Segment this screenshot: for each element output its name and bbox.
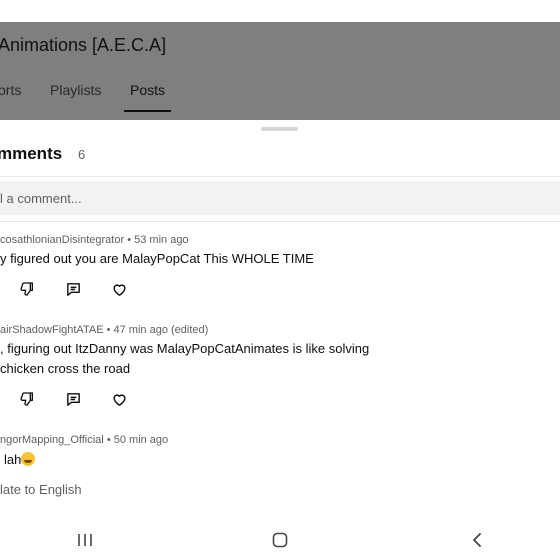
comment-actions [0,278,200,300]
recents-icon[interactable] [70,526,100,554]
comment-actions [0,388,200,410]
reply-icon[interactable] [62,388,84,410]
thumb-down-icon[interactable] [16,278,38,300]
comment-time: 50 min ago [113,434,169,446]
comment-meta: airShadowFightATAE • 47 min ago (edited) [0,324,208,336]
comments-count: 6 [78,147,86,162]
comments-title: mments [0,144,63,163]
comment-time: 47 min ago (edited) [113,324,209,336]
reply-icon[interactable] [62,278,84,300]
divider [0,176,560,177]
heart-icon[interactable] [108,388,130,410]
tab-playlists[interactable]: Playlists [50,82,101,98]
translate-link[interactable]: late to English [0,482,82,497]
active-tab-indicator [124,110,171,112]
thumb-down-icon[interactable] [16,388,38,410]
comments-sheet: mments 6 cosathlonianDisintegrator • 53 … [0,120,560,520]
meta-separator: • [106,324,114,336]
drag-handle[interactable] [261,127,298,131]
comment-text: y figured out you are MalayPopCat This W… [0,251,314,266]
comment-meta: cosathlonianDisintegrator • 53 min ago [0,234,189,246]
comment-meta: ngorMapping_Official • 50 min ago [0,434,168,446]
add-comment-input[interactable] [0,181,540,215]
comment-author[interactable]: cosathlonianDisintegrator [0,234,124,246]
channel-title: Animations [A.E.C.A] [0,35,167,55]
comment-text: , figuring out ItzDanny was MalayPopCatA… [0,341,370,356]
comment-author[interactable]: ngorMapping_Official [0,434,104,446]
comment-time: 53 min ago [134,234,189,246]
system-nav-bar [0,520,560,560]
comment-author[interactable]: airShadowFightATAE [0,324,104,336]
channel-header: Animations [A.E.C.A] orts Playlists Post… [0,22,560,120]
back-icon[interactable] [462,526,492,554]
comment-text: chicken cross the road [0,361,131,376]
channel-tabs: orts Playlists Posts [0,80,560,120]
add-comment-box[interactable] [0,181,560,215]
comment-text-line: lah [4,452,36,467]
meta-separator: • [106,434,114,446]
status-bar [0,0,560,22]
crying-face-icon [21,452,36,466]
home-icon[interactable] [265,526,295,554]
heart-icon[interactable] [108,278,130,300]
tab-shorts[interactable]: orts [0,82,21,98]
comment-text: lah [4,452,22,467]
tab-posts[interactable]: Posts [130,82,165,98]
divider [0,221,560,222]
